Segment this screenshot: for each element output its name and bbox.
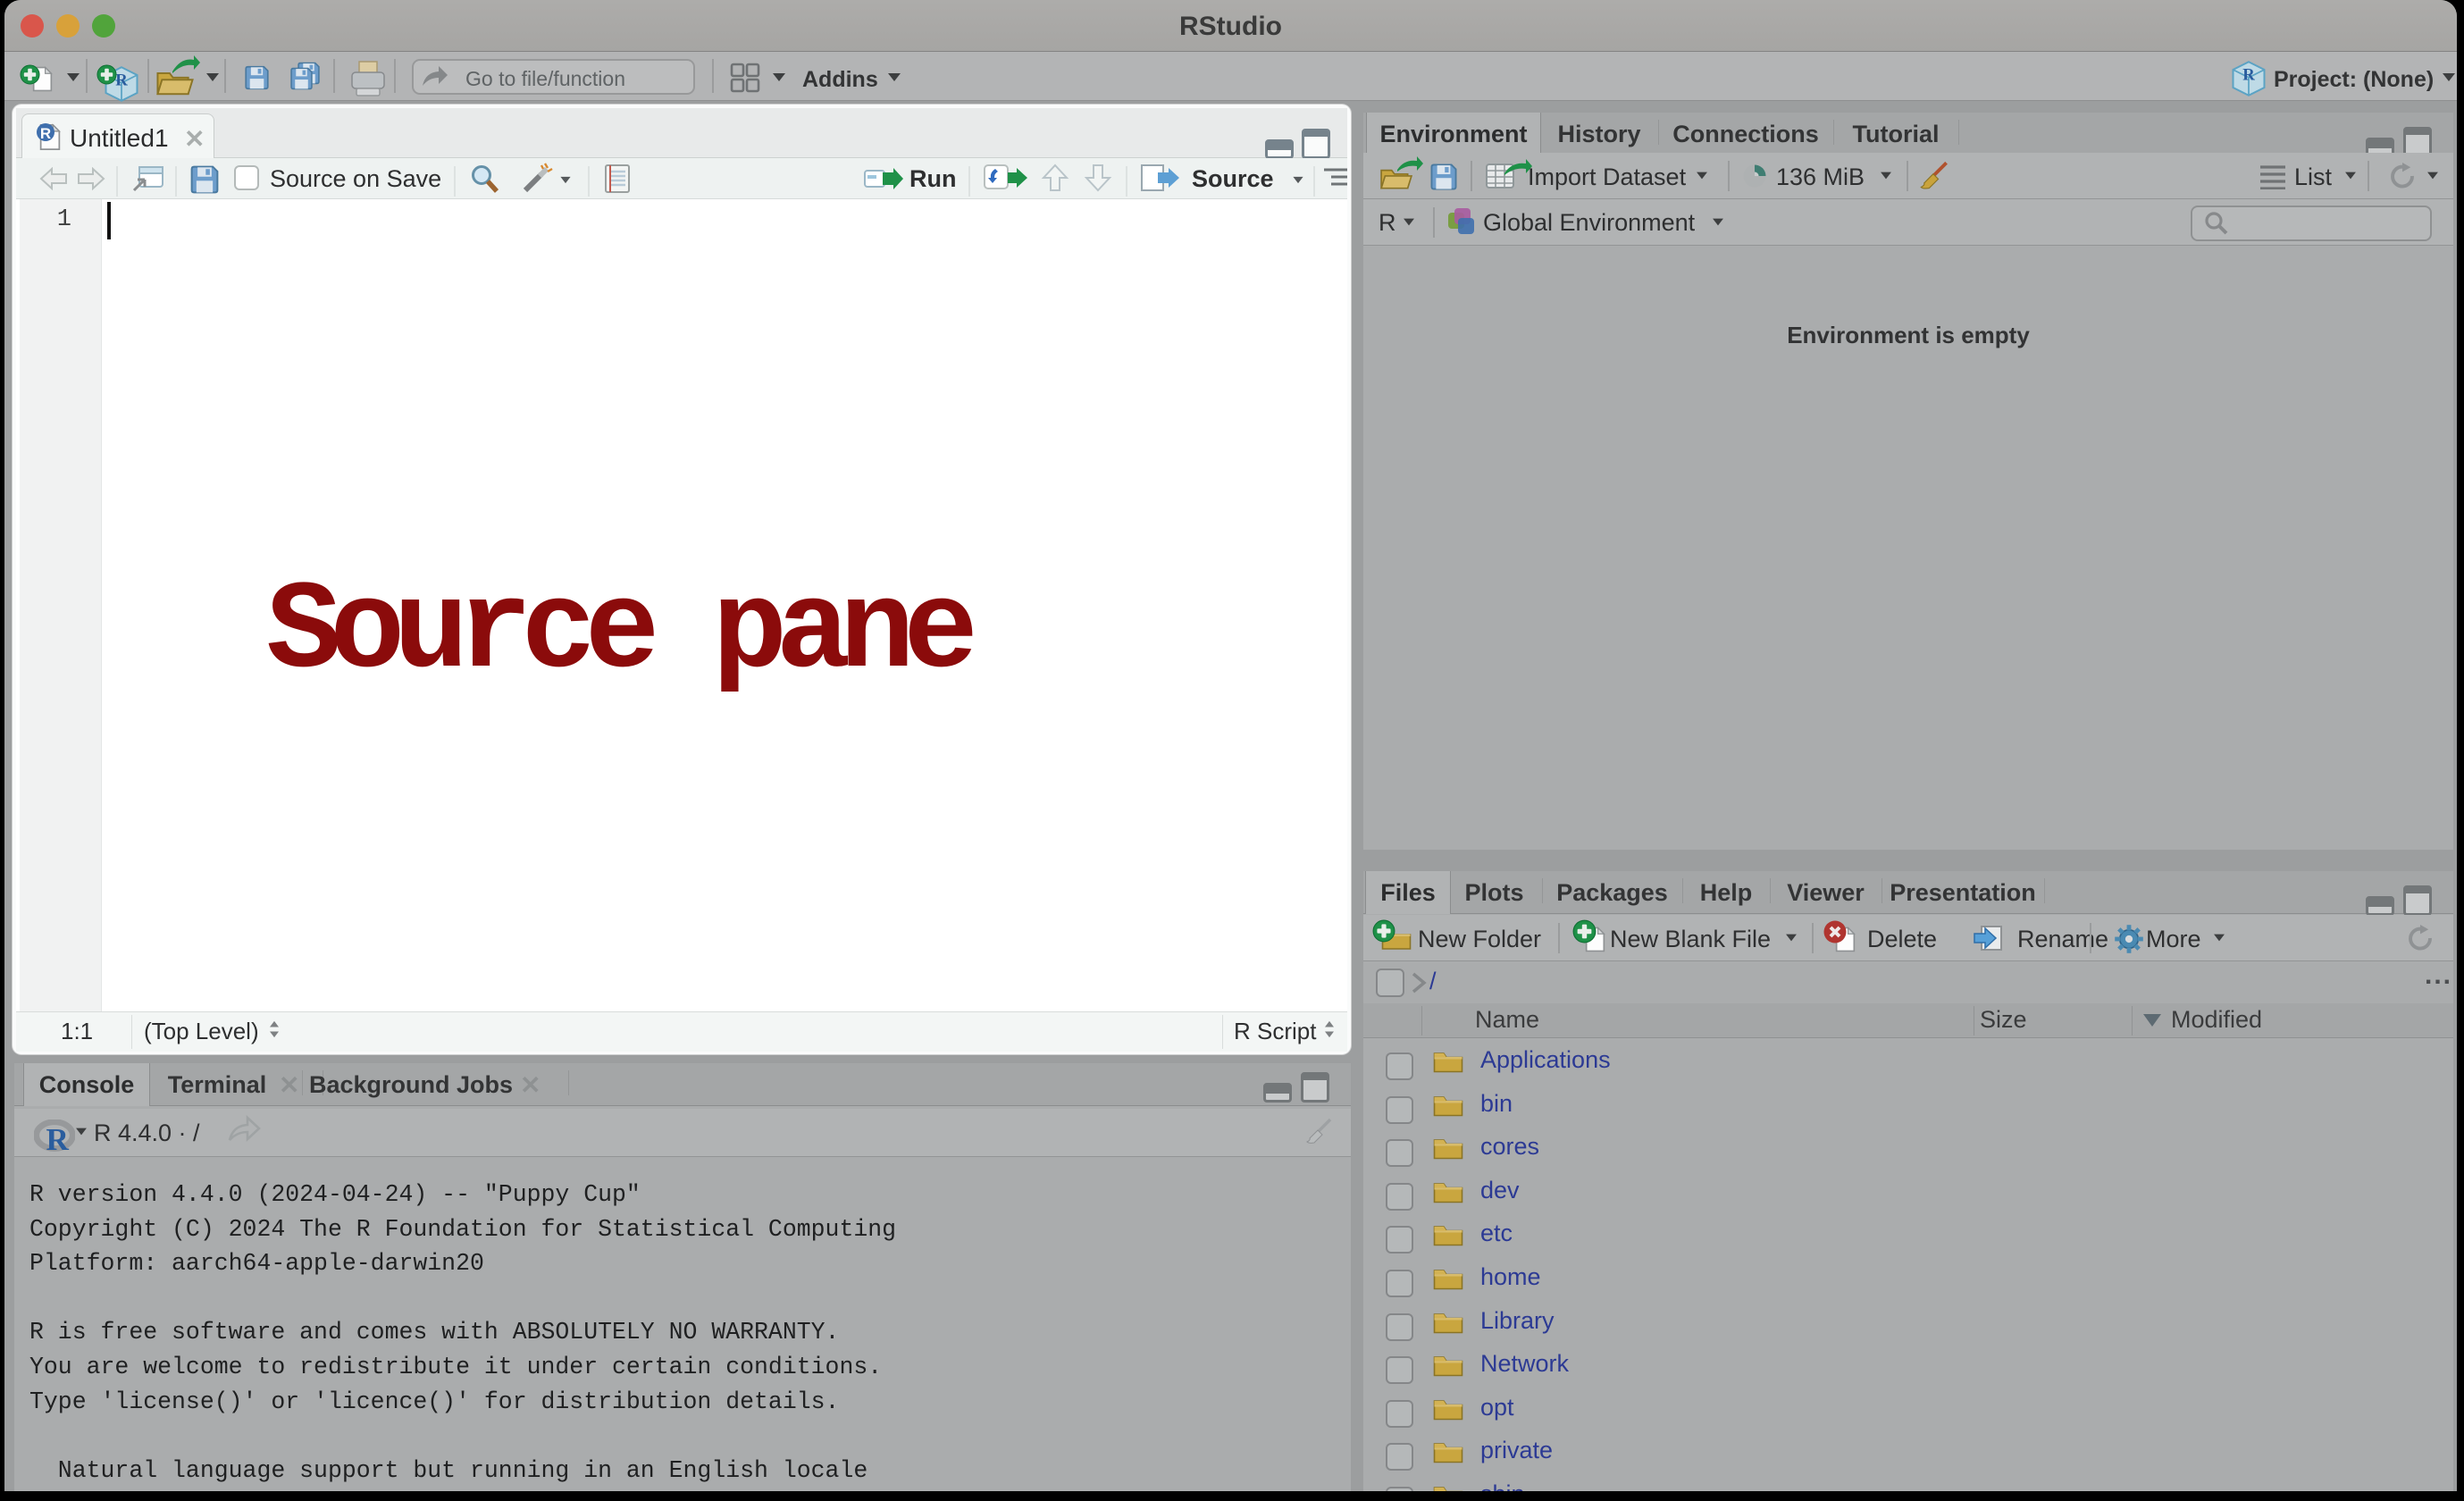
svg-text:R: R (40, 125, 51, 142)
